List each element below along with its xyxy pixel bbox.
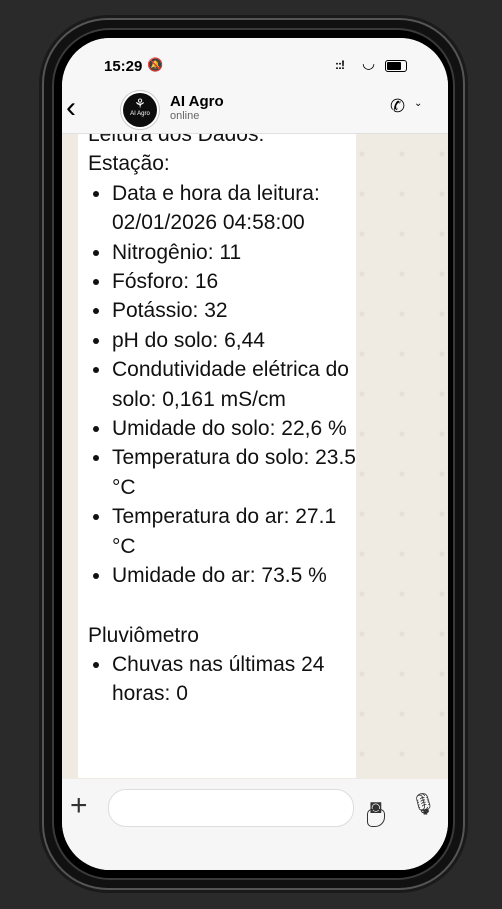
list-item: Nitrogênio: 11 xyxy=(112,238,356,267)
list-item: Condutividade elétrica do solo: 0,161 mS… xyxy=(112,355,356,414)
chevron-down-icon[interactable]: ⌄ xyxy=(414,98,422,109)
contact-status: online xyxy=(170,110,200,122)
list-item: Temperatura do ar: 27.1 °C xyxy=(112,502,356,561)
avatar[interactable]: ⚘ AI Agro xyxy=(120,90,160,130)
back-arrow-icon[interactable]: ‹ xyxy=(66,90,76,126)
contact-name[interactable]: AI Agro xyxy=(170,93,224,110)
leaf-icon: ⚘ xyxy=(134,96,146,111)
plus-icon[interactable]: + xyxy=(70,789,88,823)
chat-area[interactable]: Leitura dos Dados: Estação: Data e hora … xyxy=(62,134,448,778)
list-item: Fósforo: 16 xyxy=(112,267,356,296)
list-item: Umidade do solo: 22,6 % xyxy=(112,414,356,443)
input-bar: + ◙ 🎙 xyxy=(62,779,448,870)
microphone-icon[interactable]: 🎙 xyxy=(410,793,437,817)
bell-muted-icon: 🔕 xyxy=(147,57,164,72)
phone-call-icon[interactable]: ✆ xyxy=(390,96,405,117)
list-item: Umidade do ar: 73.5 % xyxy=(112,561,356,590)
station-list: Data e hora da leitura: 02/01/2026 04:58… xyxy=(88,179,356,591)
message-title: Leitura dos Dados: xyxy=(88,134,265,146)
message-text: Leitura dos Dados: Estação: Data e hora … xyxy=(88,134,356,709)
chat-header: ‹ ⚘ AI Agro AI Agro online ✆ ⌄ xyxy=(62,88,448,134)
list-item: Data e hora da leitura: 02/01/2026 04:58… xyxy=(112,179,356,238)
status-bar: 15:29 🔕 ::! ◡ xyxy=(62,38,448,88)
battery-icon xyxy=(385,60,407,72)
message-bubble: Leitura dos Dados: Estação: Data e hora … xyxy=(78,134,356,778)
camera-icon[interactable]: ◙ xyxy=(370,797,381,819)
list-item: Chuvas nas últimas 24 horas: 0 xyxy=(112,650,356,709)
rain-gauge-list: Chuvas nas últimas 24 horas: 0 xyxy=(88,650,356,709)
list-item: Temperatura do solo: 23.5 °C xyxy=(112,443,356,502)
section-title-rain-gauge: Pluviômetro xyxy=(88,623,199,647)
signal-icon: ::! xyxy=(335,58,345,72)
status-time: 15:29 xyxy=(104,58,143,75)
list-item: pH do solo: 6,44 xyxy=(112,326,356,355)
avatar-logo: ⚘ AI Agro xyxy=(123,93,157,127)
list-item: Potássio: 32 xyxy=(112,296,356,325)
wifi-icon: ◡ xyxy=(362,55,376,72)
section-title-station: Estação: xyxy=(88,152,170,176)
screen: 15:29 🔕 ::! ◡ ‹ ⚘ AI Agro AI Agro online… xyxy=(62,38,448,870)
message-input[interactable] xyxy=(108,789,385,827)
avatar-text: AI Agro xyxy=(130,111,150,117)
